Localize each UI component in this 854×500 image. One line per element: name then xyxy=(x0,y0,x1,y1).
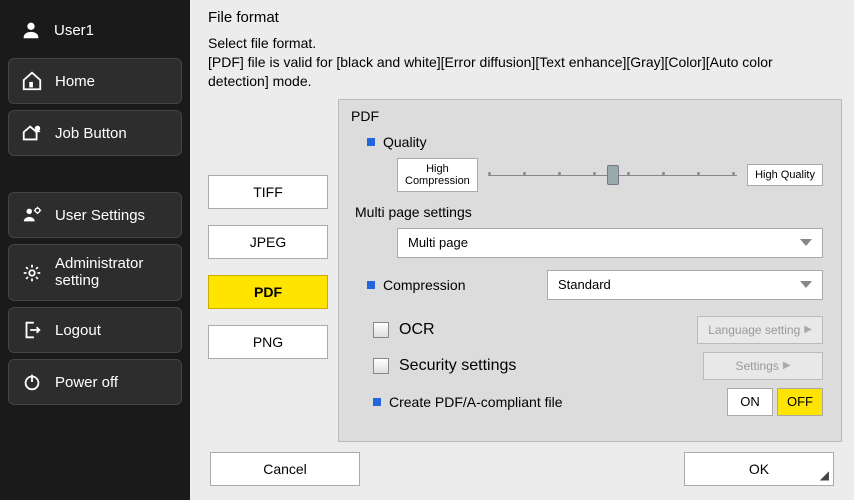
security-label: Security settings xyxy=(399,357,516,375)
pdfa-label: Create PDF/A-compliant file xyxy=(389,394,563,410)
compression-label: Compression xyxy=(383,277,465,293)
multipage-label: Multi page settings xyxy=(355,204,472,220)
resize-corner-icon: ◢ xyxy=(820,468,829,482)
format-buttons: TIFF JPEG PDF PNG xyxy=(208,99,328,442)
user-icon xyxy=(20,19,42,41)
bullet-icon xyxy=(367,138,375,146)
format-tiff[interactable]: TIFF xyxy=(208,175,328,209)
sidebar-job[interactable]: Job Button xyxy=(8,110,182,156)
power-icon xyxy=(21,371,43,393)
pdf-panel-title: PDF xyxy=(339,100,841,128)
language-setting-button[interactable]: Language setting▶ xyxy=(697,316,823,344)
sidebar-poweroff-label: Power off xyxy=(55,374,118,391)
job-icon xyxy=(21,122,43,144)
sidebar-user-label: User1 xyxy=(54,22,94,39)
ok-button[interactable]: OK◢ xyxy=(684,452,834,486)
chevron-down-icon xyxy=(800,239,812,246)
quality-slider[interactable] xyxy=(488,162,737,188)
bullet-icon xyxy=(367,281,375,289)
sidebar-admin-label: Administrator setting xyxy=(55,256,169,289)
logout-icon xyxy=(21,319,43,341)
sidebar-admin[interactable]: Administrator setting xyxy=(8,244,182,301)
pdfa-toggle: ON OFF xyxy=(727,388,823,416)
help-text: Select file format. [PDF] file is valid … xyxy=(190,30,854,99)
sidebar-logout[interactable]: Logout xyxy=(8,307,182,353)
compression-dropdown[interactable]: Standard xyxy=(547,270,823,300)
format-jpeg[interactable]: JPEG xyxy=(208,225,328,259)
chevron-right-icon: ▶ xyxy=(804,324,812,335)
chevron-down-icon xyxy=(800,281,812,288)
sidebar-poweroff[interactable]: Power off xyxy=(8,359,182,405)
sidebar-home[interactable]: Home xyxy=(8,58,182,104)
pdfa-on[interactable]: ON xyxy=(727,388,773,416)
user-gear-icon xyxy=(21,204,43,226)
sidebar-home-label: Home xyxy=(55,73,95,90)
security-settings-button[interactable]: Settings▶ xyxy=(703,352,823,380)
pdf-panel: PDF Quality High Compression High Qualit… xyxy=(338,99,842,442)
sidebar-logout-label: Logout xyxy=(55,322,101,339)
format-pdf[interactable]: PDF xyxy=(208,275,328,309)
home-icon xyxy=(21,70,43,92)
sidebar-usersettings-label: User Settings xyxy=(55,207,145,224)
chevron-right-icon: ▶ xyxy=(783,360,791,371)
page-title: File format xyxy=(190,0,854,30)
sidebar-job-label: Job Button xyxy=(55,125,127,142)
cancel-button[interactable]: Cancel xyxy=(210,452,360,486)
ocr-label: OCR xyxy=(399,321,435,339)
pdfa-off[interactable]: OFF xyxy=(777,388,823,416)
sidebar: User1 Home Job Button User Settings Admi… xyxy=(0,0,190,500)
high-quality-label: High Quality xyxy=(747,164,823,186)
ocr-checkbox[interactable] xyxy=(373,322,389,338)
compression-value: Standard xyxy=(558,277,611,292)
format-png[interactable]: PNG xyxy=(208,325,328,359)
multipage-value: Multi page xyxy=(408,235,468,250)
sidebar-user[interactable]: User1 xyxy=(8,8,182,52)
quality-label: Quality xyxy=(383,134,427,150)
high-compression-label: High Compression xyxy=(397,158,478,192)
main-panel: File format Select file format. [PDF] fi… xyxy=(190,0,854,500)
bullet-icon xyxy=(373,398,381,406)
sidebar-usersettings[interactable]: User Settings xyxy=(8,192,182,238)
gear-icon xyxy=(21,262,43,284)
security-checkbox[interactable] xyxy=(373,358,389,374)
multipage-dropdown[interactable]: Multi page xyxy=(397,228,823,258)
